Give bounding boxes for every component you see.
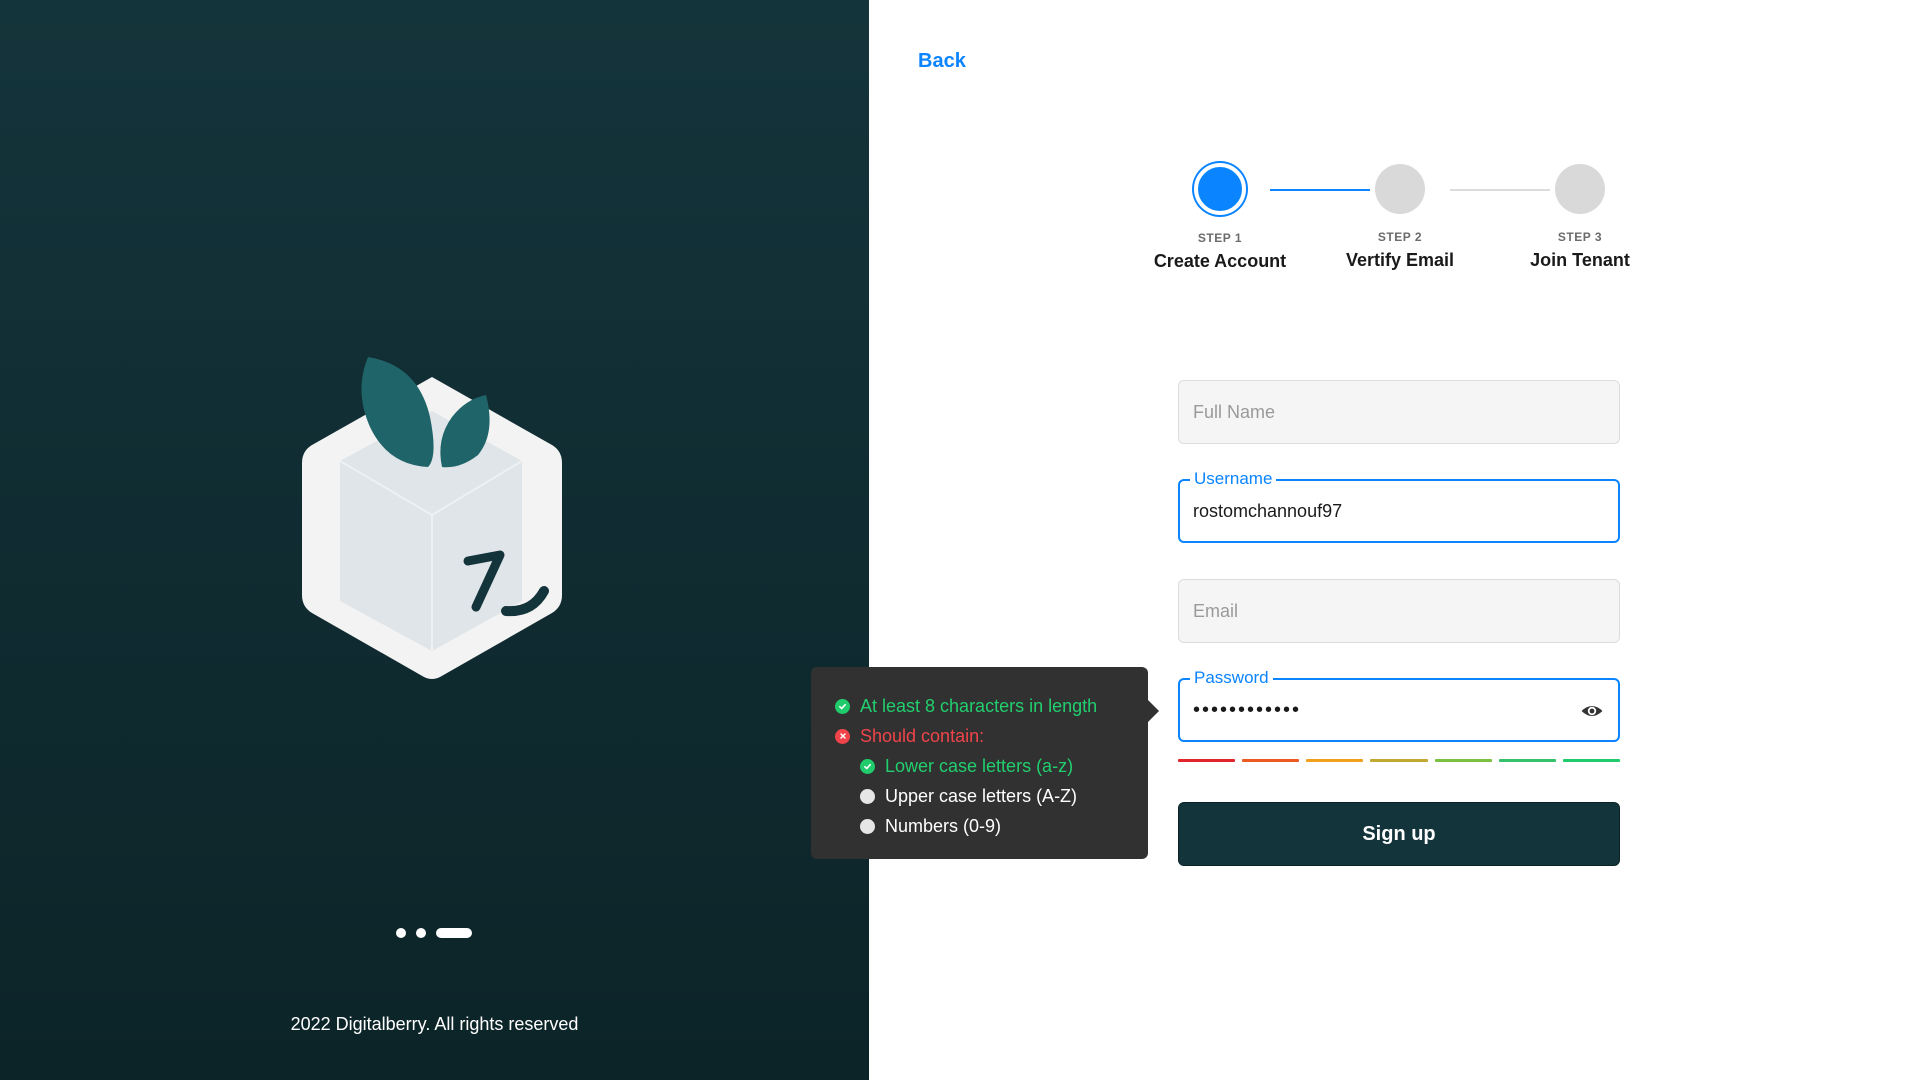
password-input[interactable] — [1193, 679, 1583, 741]
check-circle-icon — [835, 698, 850, 714]
email-field — [1178, 579, 1620, 643]
step-indicator-active — [1194, 163, 1246, 215]
carousel-dots — [396, 928, 472, 938]
strength-segment — [1434, 759, 1492, 762]
carousel-dot[interactable] — [416, 928, 426, 938]
requirement-text: Upper case letters (A-Z) — [885, 785, 1078, 806]
signup-stepper: STEP 1 Create Account STEP 2 Vertify Ema… — [1140, 160, 1660, 280]
strength-segment — [1370, 759, 1428, 762]
step-indicator — [1375, 164, 1425, 214]
copyright-text: 2022 Digitalberry. All rights reserved — [290, 1014, 579, 1034]
requirement-text: At least 8 characters in length — [860, 695, 1098, 716]
strength-segment — [1306, 759, 1364, 762]
strength-segment — [1242, 759, 1300, 762]
step-label: Create Account — [1153, 251, 1287, 271]
step-verify-email: STEP 2 Vertify Email — [1320, 160, 1480, 271]
requirement-item: Lower case letters (a-z) — [835, 751, 1148, 781]
carousel-dot-active[interactable] — [436, 928, 472, 938]
step-number: STEP 2 — [1377, 230, 1423, 244]
eye-icon[interactable] — [1580, 699, 1604, 723]
empty-circle-icon — [860, 788, 875, 804]
step-label: Vertify Email — [1345, 250, 1455, 270]
step-label: Join Tenant — [1530, 250, 1630, 270]
requirement-item: Upper case letters (A-Z) — [835, 781, 1148, 811]
step-join-tenant: STEP 3 Join Tenant — [1500, 160, 1660, 271]
requirement-item: Numbers (0-9) — [835, 811, 1148, 841]
password-strength-meter — [1178, 759, 1620, 762]
empty-circle-icon — [860, 818, 875, 834]
back-link[interactable]: Back — [918, 50, 966, 73]
step-indicator — [1555, 164, 1605, 214]
username-input[interactable] — [1193, 480, 1583, 542]
full-name-field — [1178, 380, 1620, 444]
email-input[interactable] — [1193, 580, 1583, 642]
strength-segment — [1498, 759, 1556, 762]
requirement-text: Lower case letters (a-z) — [885, 755, 1074, 776]
requirement-item: At least 8 characters in length — [835, 691, 1148, 721]
brand-panel: 2022 Digitalberry. All rights reserved — [0, 0, 869, 1080]
password-requirements-tooltip: At least 8 characters in length Should c… — [811, 667, 1159, 859]
requirement-text: Numbers (0-9) — [885, 815, 1002, 836]
requirement-item: Should contain: — [835, 721, 1148, 751]
password-field: Password — [1178, 668, 1620, 742]
step-number: STEP 1 — [1197, 231, 1243, 245]
digitalberry-logo-icon — [302, 357, 562, 679]
requirement-text: Should contain: — [860, 725, 985, 746]
step-create-account: STEP 1 Create Account — [1140, 160, 1300, 272]
step-number: STEP 3 — [1557, 230, 1603, 244]
full-name-input[interactable] — [1193, 381, 1583, 443]
carousel-dot[interactable] — [396, 928, 406, 938]
username-field: Username — [1178, 469, 1620, 543]
strength-segment — [1178, 759, 1236, 762]
sign-up-button[interactable]: Sign up — [1178, 802, 1620, 866]
error-circle-icon — [835, 728, 850, 744]
check-circle-icon — [860, 758, 875, 774]
strength-segment — [1562, 759, 1620, 762]
